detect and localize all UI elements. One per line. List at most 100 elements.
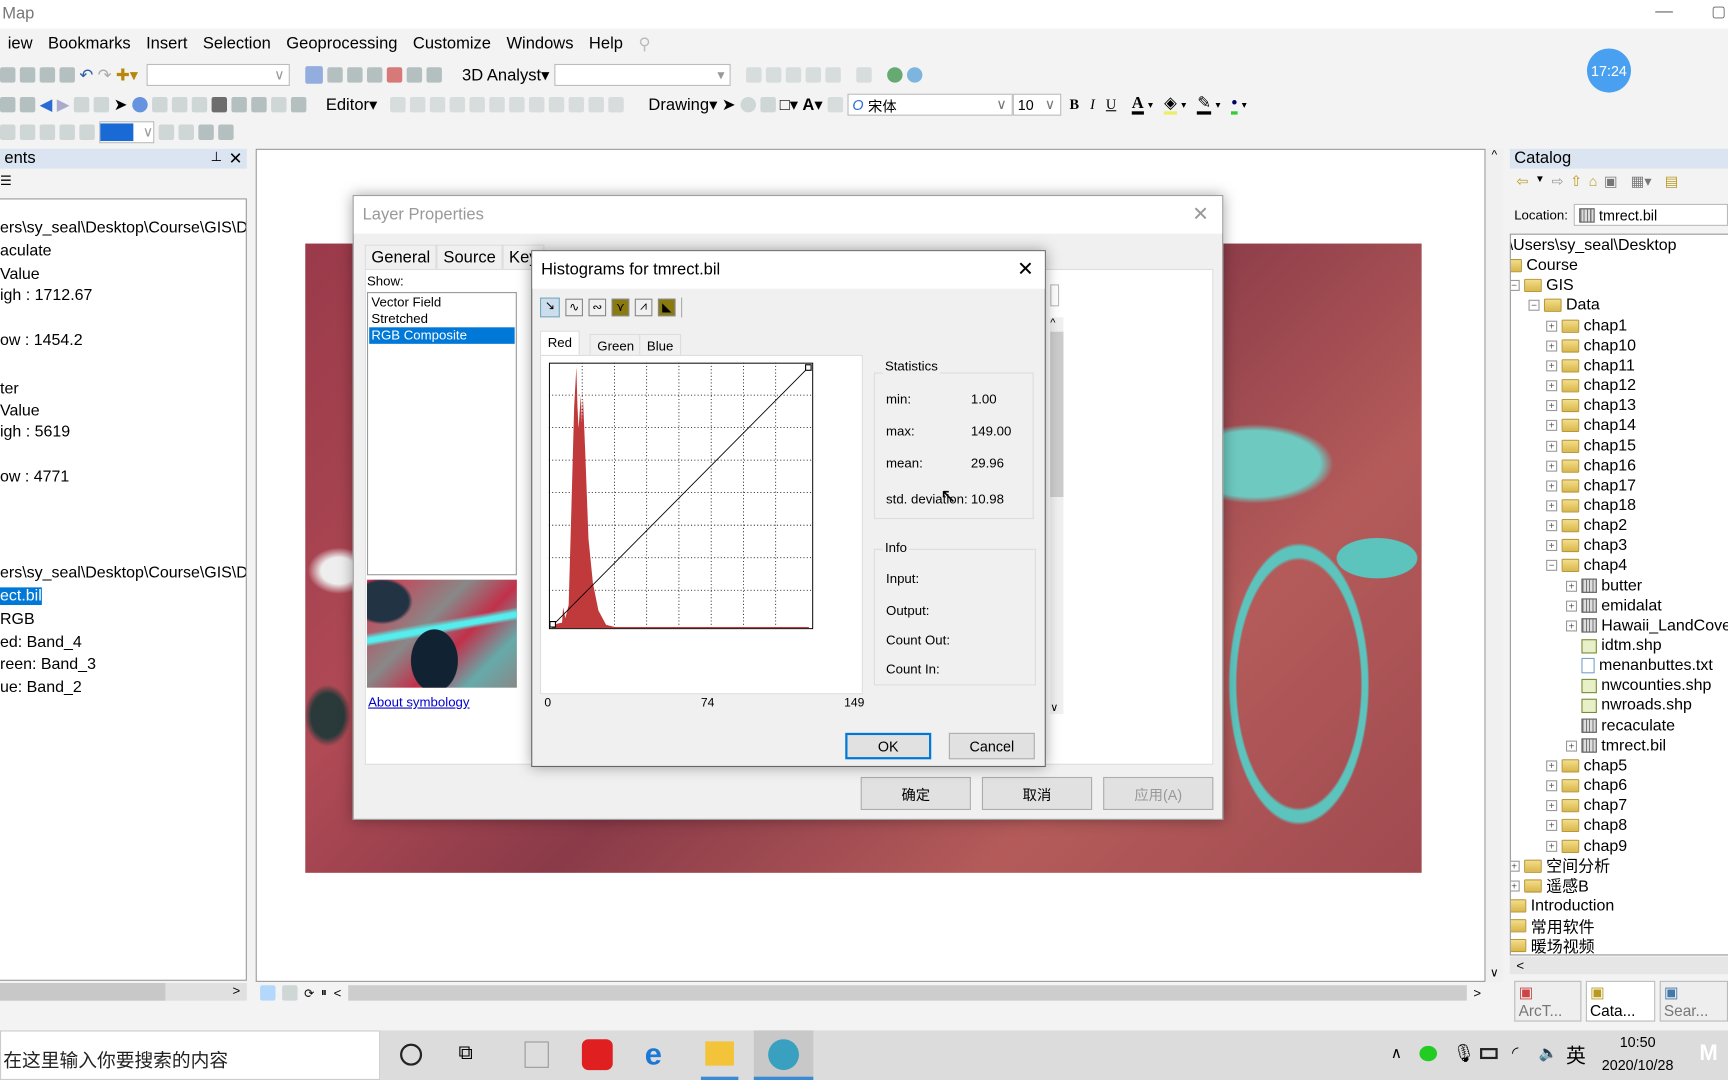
layout-tool-icon[interactable] [79, 124, 95, 140]
catalog-item[interactable]: + chap6 [1546, 776, 1627, 796]
expand-icon[interactable]: + [1546, 320, 1558, 332]
time-slider-icon[interactable] [270, 96, 287, 113]
expand-icon[interactable]: + [1546, 420, 1558, 432]
catalog-item[interactable]: − Data [1528, 296, 1600, 316]
expand-icon[interactable]: + [1510, 860, 1520, 872]
wifi-icon[interactable]: ◜ [1512, 1043, 1518, 1063]
redo-icon[interactable]: ↷ [98, 65, 112, 85]
histograms-close-button[interactable]: ✕ [1017, 258, 1034, 281]
microphone-icon[interactable]: 🎙 [1452, 1043, 1474, 1065]
confirm-button[interactable]: 确定 [860, 776, 971, 810]
curve-handle-max[interactable] [805, 364, 812, 371]
python-icon[interactable] [406, 67, 423, 83]
menu-item[interactable]: Bookmarks [40, 31, 138, 57]
catalog-item[interactable]: nwcounties.shp [1566, 676, 1711, 696]
dock-tab[interactable]: ▣ Sear... [1659, 980, 1728, 1022]
clear-selection-icon[interactable] [93, 96, 110, 113]
map-horizontal-scrollbar[interactable] [347, 985, 1467, 1001]
rectangle-icon[interactable]: □▾ [780, 95, 798, 115]
catalog-item[interactable]: menanbuttes.txt [1566, 656, 1713, 676]
edit-tool-icon[interactable] [450, 96, 466, 113]
catalog-item[interactable]: + Hawaii_LandCove [1565, 616, 1728, 636]
list-by-drawing-order-icon[interactable]: ☰ [0, 173, 12, 188]
expand-icon[interactable]: + [1546, 840, 1558, 852]
underline-button[interactable]: U [1106, 96, 1116, 114]
profile-graph-icon[interactable] [855, 67, 872, 83]
show-item[interactable]: Vector Field [369, 294, 514, 311]
layout-tool-icon[interactable] [59, 124, 75, 140]
measure-icon[interactable] [191, 96, 207, 113]
back-dropdown-icon[interactable]: ▼ [1535, 173, 1545, 191]
menu-item[interactable]: Help [581, 31, 630, 57]
apply-button[interactable]: 应用(A) [1103, 776, 1214, 810]
back-icon[interactable]: ⇦ [1516, 173, 1528, 191]
new-folder-icon[interactable]: ▤ [1665, 173, 1679, 191]
edit-tool-icon[interactable] [529, 96, 545, 113]
edit-tool-icon[interactable] [430, 96, 446, 113]
layout-tool-icon[interactable] [218, 124, 234, 140]
font-size-combo[interactable]: 10 ∨ [1012, 93, 1061, 116]
rotate-icon[interactable] [740, 96, 756, 113]
catalog-item[interactable]: + emidalat [1565, 596, 1662, 616]
catalog-item[interactable]: 常用软件 [1510, 916, 1595, 936]
globe-icon[interactable] [886, 67, 903, 83]
delete-icon[interactable] [59, 67, 75, 83]
paste-icon[interactable] [39, 67, 56, 83]
go-to-xy-icon[interactable] [250, 96, 267, 113]
layer-properties-close-button[interactable]: ✕ [1192, 203, 1209, 226]
app-python-icon[interactable] [524, 1041, 549, 1068]
editor-toolbar-icon[interactable] [305, 66, 324, 84]
toc-horizontal-scrollbar[interactable]: > [0, 983, 247, 1001]
3d-tool-icon[interactable] [785, 67, 801, 83]
tab-general[interactable]: General [364, 244, 437, 269]
collapse-icon[interactable]: − [1510, 280, 1520, 292]
toc-close-icon[interactable]: ✕ [229, 149, 243, 169]
catalog-item[interactable]: + chap7 [1546, 796, 1627, 816]
expand-icon[interactable]: + [1546, 480, 1558, 492]
scroll-right-icon[interactable]: > [1473, 985, 1485, 1000]
catalog-horizontal-scrollbar[interactable]: < [1509, 956, 1728, 975]
cortana-icon[interactable] [400, 1043, 423, 1066]
edit-tool-icon[interactable] [509, 96, 526, 113]
line-color-icon[interactable]: ✎ [1197, 94, 1212, 115]
pin-icon[interactable]: ⊥ [210, 149, 222, 169]
catalog-item[interactable]: + chap9 [1546, 836, 1627, 856]
expand-icon[interactable]: + [1510, 880, 1520, 892]
catalog-item[interactable]: − GIS [1510, 276, 1574, 296]
band-tab-red[interactable]: Red [539, 330, 580, 356]
histogram-ok-button[interactable]: OK [845, 732, 932, 760]
marker-color-icon[interactable]: • [1231, 94, 1238, 115]
catalog-item[interactable]: + chap1 [1546, 316, 1627, 336]
expand-icon[interactable]: + [1546, 520, 1558, 532]
edit-tool-icon[interactable] [489, 96, 506, 113]
forward-icon[interactable]: ⇨ [1551, 173, 1563, 191]
dock-tab[interactable]: ▣ Cata... [1585, 980, 1656, 1022]
layout-tool-icon[interactable] [0, 124, 16, 140]
up-one-level-icon[interactable]: ⇧ [1570, 173, 1582, 191]
3d-tool-icon[interactable] [765, 67, 781, 83]
band-tab-blue[interactable]: Blue [639, 333, 682, 358]
menu-item[interactable]: Geoprocessing [279, 31, 406, 57]
3d-tool-icon[interactable] [805, 67, 821, 83]
edit-tool-icon[interactable] [549, 96, 565, 113]
catalog-icon[interactable] [347, 67, 363, 83]
layout-zoom-combo[interactable]: ∨ [99, 121, 155, 144]
curve-area-icon[interactable]: ◣ [657, 298, 676, 317]
bold-button[interactable]: B [1070, 96, 1080, 114]
catalog-item[interactable]: recaculate [1566, 716, 1675, 736]
catalog-item[interactable]: + chap10 [1546, 336, 1636, 356]
task-view-icon[interactable]: ⧉ [458, 1041, 472, 1064]
app-netease-music-icon[interactable] [581, 1039, 613, 1071]
drawing-menu[interactable]: Drawing▾ [648, 95, 717, 115]
undo-icon[interactable]: ↶ [79, 65, 93, 85]
layout-tool-icon[interactable] [198, 124, 214, 140]
expand-icon[interactable]: + [1546, 540, 1558, 552]
expand-icon[interactable]: + [1546, 500, 1558, 512]
fixed-zoom-icon[interactable] [19, 96, 36, 113]
catalog-item[interactable]: + chap12 [1546, 376, 1636, 396]
3d-layer-combo[interactable]: ▾ [553, 63, 731, 86]
catalog-item[interactable]: Course [1510, 256, 1578, 276]
expand-icon[interactable]: + [1546, 780, 1558, 792]
catalog-item[interactable]: + chap11 [1546, 356, 1635, 376]
find-route-icon[interactable] [231, 96, 247, 113]
